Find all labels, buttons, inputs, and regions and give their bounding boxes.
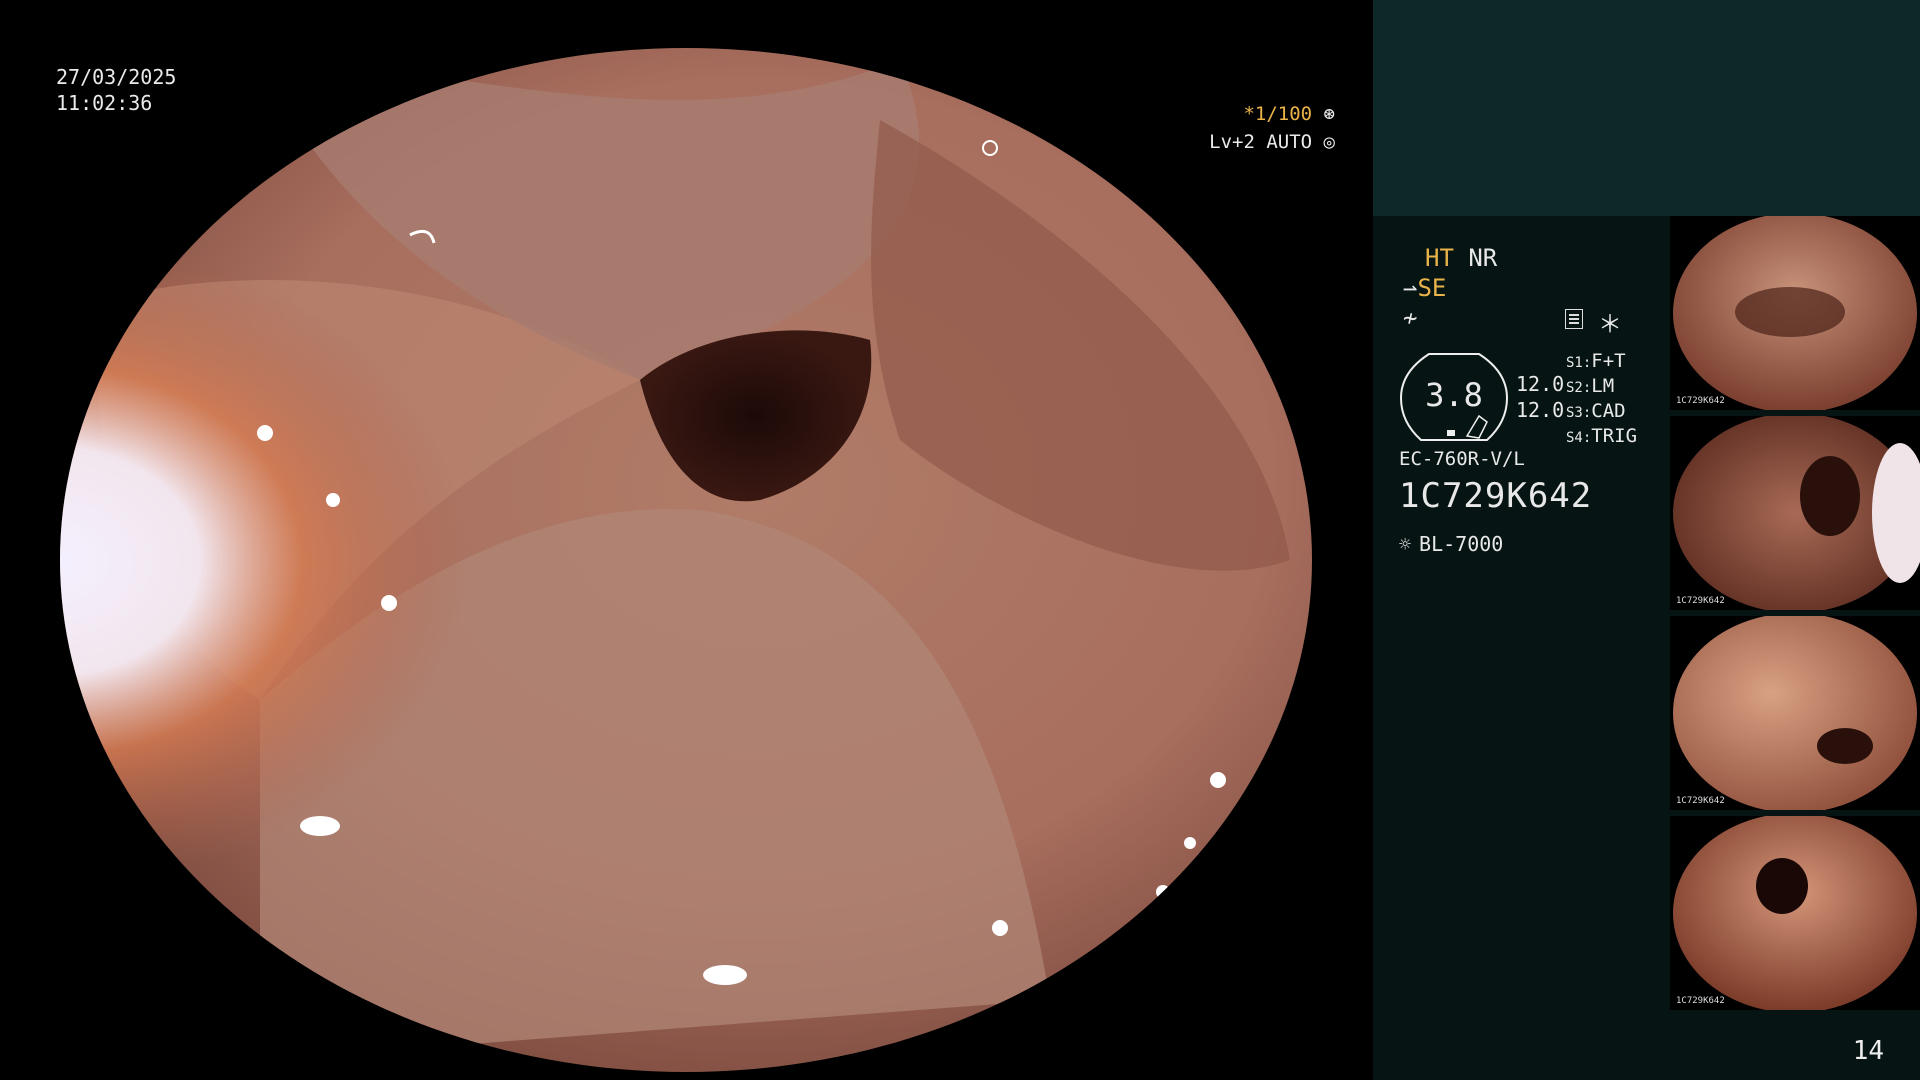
thumbnail-3[interactable]: 1C729K642 — [1670, 616, 1920, 810]
thumbnail-label: 1C729K642 — [1676, 596, 1725, 606]
time-text: 11:02:36 — [56, 91, 153, 115]
gain-value-1: 12.0 — [1516, 372, 1565, 396]
asterisk-icon: ＊ — [1598, 310, 1622, 338]
light-source-label: BL-7000 — [1419, 532, 1504, 556]
thumbnail-1[interactable]: 1C729K642 — [1670, 216, 1920, 410]
captured-thumbnails: 1C729K642 1C729K642 1C729K642 1C729K642 — [1670, 216, 1920, 1016]
switch-s3: S3:CAD — [1566, 400, 1626, 422]
brightness-level: Lv+2 AUTO — [1209, 131, 1313, 153]
thumbnail-label: 1C729K642 — [1676, 996, 1725, 1006]
filter-icon: ≁ — [1403, 304, 1418, 332]
shutter-speed: *1/100 — [1243, 103, 1313, 125]
thumbnail-label: 1C729K642 — [1676, 796, 1725, 806]
thumbnail-4[interactable]: 1C729K642 — [1670, 816, 1920, 1010]
thumbnail-label: 1C729K642 — [1676, 396, 1725, 406]
structure-enhancement-icon: ⇀ — [1403, 274, 1418, 302]
side-panel: HT NR ⇀SE ≁ ＊ 3.8 12.0 12.0 S1:F+T S2:LM… — [1373, 0, 1920, 1080]
mode-ht: HT — [1425, 244, 1454, 272]
panel-header-area — [1373, 0, 1920, 216]
image-count: 14 — [1852, 1036, 1884, 1066]
mode-nr: NR — [1468, 244, 1498, 272]
endoscope-live-view: 27/03/2025 11:02:36 *1/100 ⊛ Lv+2 AUTO ◎ — [0, 0, 1373, 1080]
timestamp: 27/03/2025 11:02:36 — [56, 64, 176, 116]
gauge-value: 3.8 — [1425, 376, 1483, 414]
scope-model: EC-760R-V/L — [1399, 448, 1525, 470]
scope-serial: 1C729K642 — [1399, 476, 1593, 516]
mode-se: SE — [1417, 274, 1447, 302]
date-text: 27/03/2025 — [56, 65, 177, 89]
switch-s4: S4:TRIG — [1566, 425, 1638, 447]
switch-s2: S2:LM — [1566, 375, 1615, 397]
memory-icon — [1565, 309, 1583, 329]
switch-s1: S1:F+T — [1566, 350, 1626, 372]
endoscopic-image — [60, 48, 1312, 1072]
gain-value-2: 12.0 — [1516, 398, 1565, 422]
mode-ht-nr: HT NR — [1425, 244, 1497, 272]
light-source-icon: ☼ — [1399, 532, 1412, 556]
settings-info: HT NR ⇀SE ≁ ＊ 3.8 12.0 12.0 S1:F+T S2:LM… — [1373, 216, 1670, 1080]
mode-se-row: ⇀SE — [1403, 274, 1446, 302]
thumbnail-2[interactable]: 1C729K642 — [1670, 416, 1920, 610]
shutter-icon: ⊛ — [1323, 103, 1335, 125]
brightness-icon: ◎ — [1323, 131, 1335, 153]
exposure-readout: *1/100 ⊛ Lv+2 AUTO ◎ — [1209, 100, 1335, 156]
light-source: ☼ BL-7000 — [1399, 532, 1503, 556]
